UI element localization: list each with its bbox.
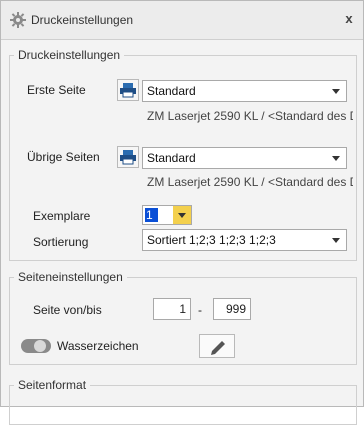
toggle-knob [34, 340, 46, 352]
chevron-down-icon [332, 156, 340, 161]
page-from-input[interactable]: 1 [153, 298, 191, 320]
watermark-label: Wasserzeichen [57, 339, 139, 353]
printer-icon [120, 150, 136, 165]
print-settings-window: Druckeinstellungen x Druckeinstellungen … [0, 0, 364, 425]
title-bar: Druckeinstellungen x [1, 1, 363, 40]
edit-watermark-button[interactable] [199, 334, 235, 358]
page-range-separator: - [198, 303, 202, 317]
copies-dropdown-button[interactable] [173, 206, 191, 224]
first-page-label: Erste Seite [27, 83, 86, 97]
other-pages-printer-info: ZM Laserjet 2590 KL / <Standard des Dru.… [147, 175, 353, 189]
printer-icon [120, 83, 136, 98]
chevron-down-icon [332, 89, 340, 94]
group-legend: Seitenformat [14, 378, 91, 392]
sorting-value: Sortiert 1;2;3 1;2;3 1;2;3 [147, 233, 276, 247]
page-format-group: Seitenformat [9, 378, 357, 425]
page-to-input[interactable]: 999 [213, 298, 251, 320]
other-pages-select[interactable]: Standard [142, 147, 347, 169]
chevron-down-icon [332, 238, 340, 243]
watermark-toggle[interactable] [21, 339, 51, 353]
first-page-printer-info: ZM Laserjet 2590 KL / <Standard des Dru.… [147, 109, 353, 123]
copies-value: 1 [145, 208, 158, 222]
other-pages-label: Übrige Seiten [27, 150, 100, 164]
group-legend: Druckeinstellungen [14, 48, 125, 62]
other-pages-value: Standard [147, 151, 196, 165]
window-title: Druckeinstellungen [31, 13, 134, 27]
group-legend: Seiteneinstellungen [14, 270, 127, 284]
sorting-label: Sortierung [33, 235, 89, 249]
pencil-icon [211, 341, 225, 355]
chevron-down-icon [178, 213, 186, 218]
page-range-label: Seite von/bis [33, 303, 102, 317]
close-button[interactable]: x [341, 11, 357, 27]
first-page-printer-button[interactable] [117, 79, 139, 101]
sorting-select[interactable]: Sortiert 1;2;3 1;2;3 1;2;3 [142, 229, 347, 251]
first-page-select[interactable]: Standard [142, 80, 347, 102]
first-page-value: Standard [147, 84, 196, 98]
gear-icon [9, 11, 27, 29]
copies-input[interactable]: 1 [142, 205, 192, 225]
copies-label: Exemplare [33, 209, 91, 223]
other-pages-printer-button[interactable] [117, 146, 139, 168]
